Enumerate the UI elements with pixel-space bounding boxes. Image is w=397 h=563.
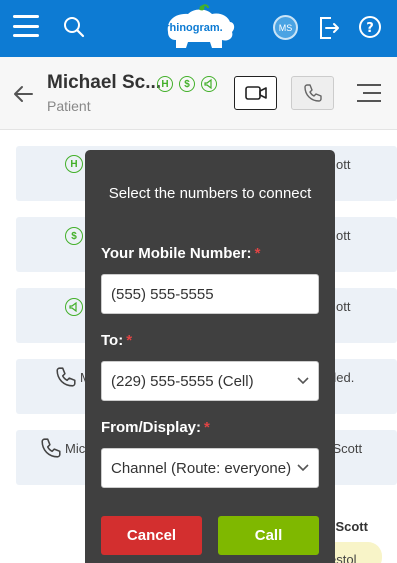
phone-call-button[interactable] [291,76,334,110]
feed-card-text: ott [336,157,351,172]
back-arrow-icon[interactable] [12,84,34,104]
patient-role: Patient [47,98,91,114]
to-label: To: * [101,332,133,349]
megaphone-badge-icon [65,298,83,316]
call-button[interactable]: Call [218,516,319,555]
from-select-value: Channel (Route: everyone) [111,459,292,477]
options-menu-icon[interactable] [357,84,381,102]
from-display-label: From/Display: * [101,419,210,436]
chevron-down-icon [297,377,309,385]
patient-name[interactable]: Michael Sc... [47,72,161,94]
mobile-number-input[interactable] [101,274,319,314]
from-display-select[interactable]: Channel (Route: everyone) [101,448,319,488]
dollar-badge-icon: $ [179,76,195,92]
svg-text:?: ? [366,21,374,36]
logout-icon[interactable] [317,15,341,41]
modal-title: Select the numbers to connect [108,185,312,202]
avatar[interactable]: MS [273,15,298,40]
video-call-button[interactable] [234,76,277,110]
rhinogram-logo[interactable]: rhinogram. [162,4,236,50]
hipaa-badge-icon: H [157,76,173,92]
hipaa-badge-icon: H [65,155,83,173]
menu-icon[interactable] [13,15,39,37]
feed-card-text: ott [336,228,351,243]
feed-card-text: Mic [65,441,86,456]
mobile-number-field[interactable] [111,285,309,303]
phone-icon [55,366,77,393]
megaphone-badge-icon [201,76,217,92]
feed-card-text: ott [336,299,351,314]
logo-text: rhinogram. [165,22,223,34]
to-select-value: (229) 555-5555 (Cell) [111,372,254,390]
dollar-badge-icon: $ [65,227,83,245]
cancel-button[interactable]: Cancel [101,516,202,555]
phone-icon [40,437,62,464]
help-icon[interactable]: ? [358,15,382,39]
to-select[interactable]: (229) 555-5555 (Cell) [101,361,319,401]
connect-numbers-modal [85,150,335,563]
chevron-down-icon [297,464,309,472]
search-icon[interactable] [62,15,86,39]
mobile-number-label: Your Mobile Number: * [101,245,261,262]
